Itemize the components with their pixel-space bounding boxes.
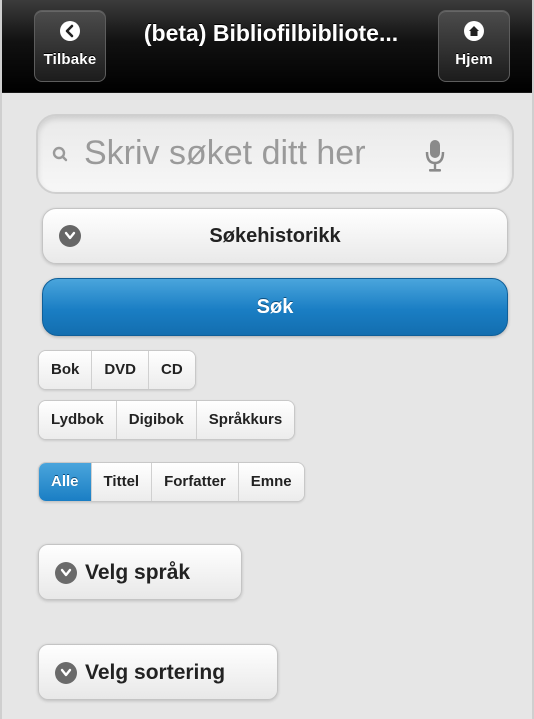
filter-option-dvd[interactable]: DVD xyxy=(92,351,150,389)
field-filter-group: Alle Tittel Forfatter Emne xyxy=(38,462,305,502)
search-field[interactable] xyxy=(36,114,514,194)
home-icon xyxy=(464,21,484,41)
search-icon xyxy=(52,146,68,162)
field-option-emne[interactable]: Emne xyxy=(238,463,304,501)
filter-option-bok[interactable]: Bok xyxy=(39,351,93,389)
field-option-forfatter[interactable]: Forfatter xyxy=(152,463,239,501)
format-filter-group-2: Lydbok Digibok Språkkurs xyxy=(38,400,296,440)
chevron-down-icon xyxy=(55,662,77,684)
page-title: (beta) Bibliofilbibliote... xyxy=(143,20,399,46)
search-input[interactable] xyxy=(84,128,424,178)
search-history-label: Søkehistorikk xyxy=(209,225,341,247)
sort-select-label: Velg sortering xyxy=(85,661,226,684)
format-filter-group-1: Bok DVD CD xyxy=(38,350,196,390)
filter-option-sprakkurs[interactable]: Språkkurs xyxy=(196,401,295,439)
language-select[interactable]: Velg språk xyxy=(38,544,242,600)
header-bar: Tilbake (beta) Bibliofilbibliote... Hjem xyxy=(2,0,532,93)
sort-select[interactable]: Velg sortering xyxy=(38,644,278,700)
search-history-toggle[interactable]: Søkehistorikk xyxy=(42,208,508,264)
back-label: Tilbake xyxy=(43,51,97,68)
field-option-alle[interactable]: Alle xyxy=(39,463,92,501)
chevron-left-icon xyxy=(60,21,80,41)
app-page: Tilbake (beta) Bibliofilbibliote... Hjem… xyxy=(0,0,534,719)
search-button[interactable]: Søk xyxy=(42,278,508,336)
home-label: Hjem xyxy=(455,51,493,68)
back-button[interactable]: Tilbake xyxy=(34,10,106,82)
chevron-down-icon xyxy=(55,562,77,584)
field-option-tittel[interactable]: Tittel xyxy=(91,463,153,501)
home-button[interactable]: Hjem xyxy=(438,10,510,82)
language-select-label: Velg språk xyxy=(85,561,191,584)
filter-option-lydbok[interactable]: Lydbok xyxy=(39,401,117,439)
filter-option-cd[interactable]: CD xyxy=(149,351,195,389)
microphone-icon[interactable] xyxy=(424,138,446,174)
filter-option-digibok[interactable]: Digibok xyxy=(116,401,197,439)
